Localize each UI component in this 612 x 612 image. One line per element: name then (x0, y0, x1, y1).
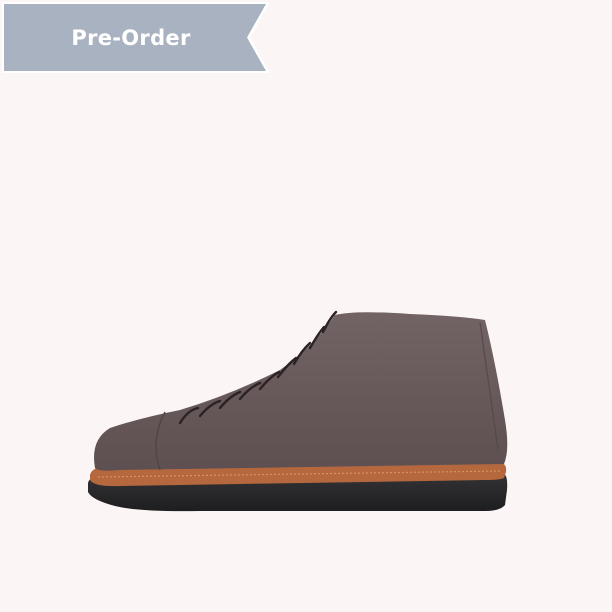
boot-image[interactable] (80, 300, 520, 525)
product-card[interactable]: Pre-Order (0, 0, 612, 612)
badge-label: Pre-Order (71, 25, 191, 50)
pre-order-badge: Pre-Order (0, 0, 275, 75)
